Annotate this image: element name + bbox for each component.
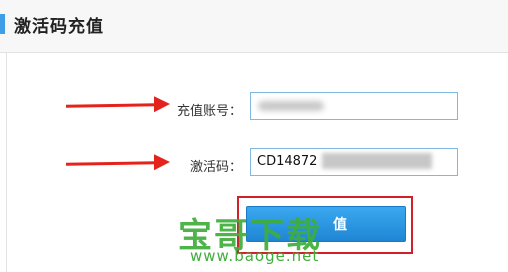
page-header: 激活码充值 [0,0,508,53]
title-accent-bar [0,14,5,34]
watermark-url: www.baoge.net [190,247,320,265]
redacted-code-value [322,153,432,169]
page-title: 激活码充值 [14,17,104,37]
redacted-account-value [258,101,324,111]
activation-code-label: 激活码： [189,160,242,175]
account-label: 充值账号： [176,104,242,119]
